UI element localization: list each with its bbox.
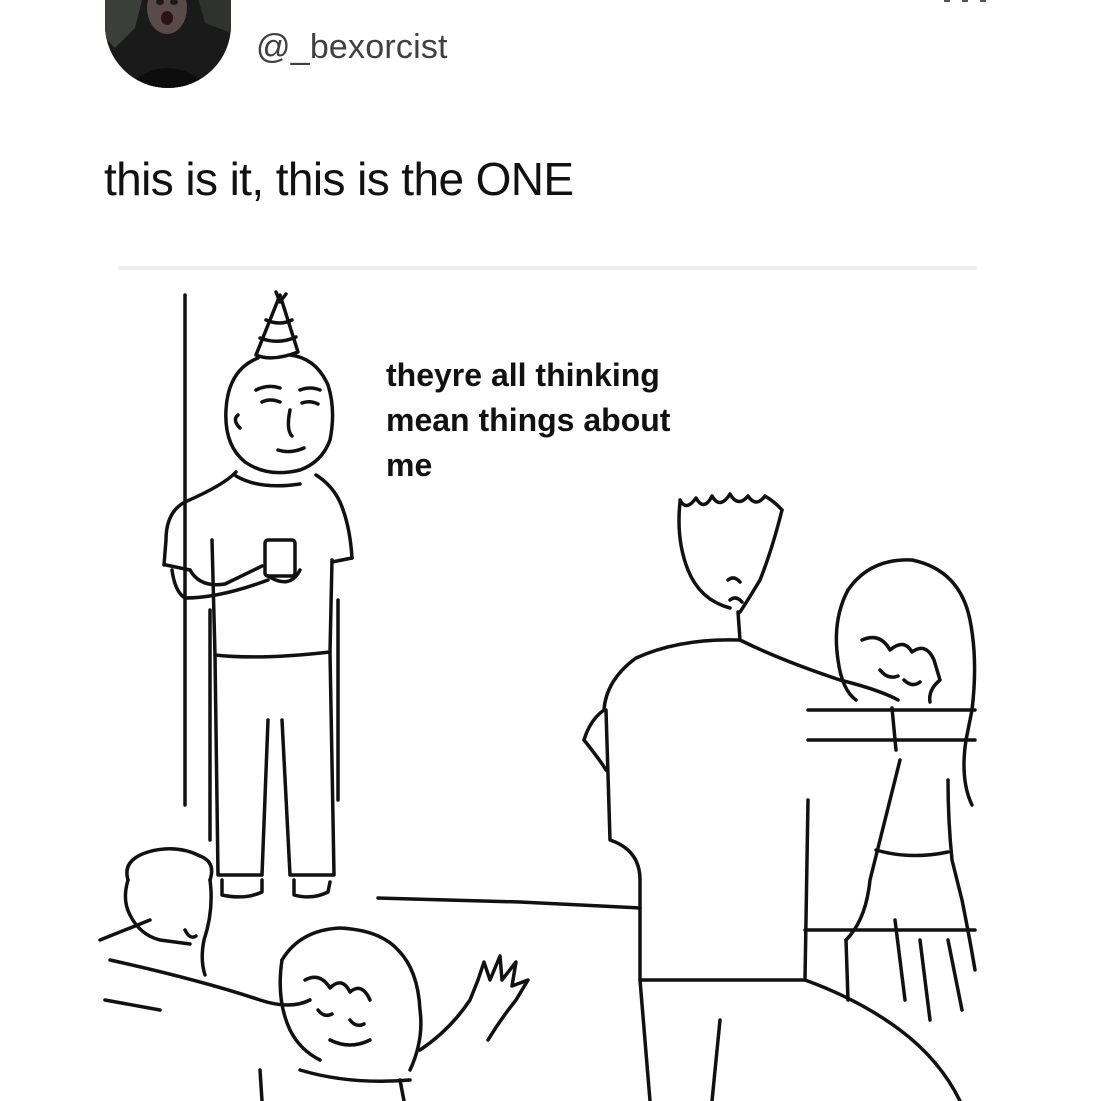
party-hat-figure bbox=[162, 290, 354, 899]
thought-caption: theyre all thinking mean things about me bbox=[386, 353, 746, 488]
avatar-photo bbox=[105, 0, 231, 88]
bottom-middle-girl-figure bbox=[258, 926, 530, 1101]
avatar[interactable] bbox=[105, 0, 231, 88]
meme-image: theyre all thinking mean things about me bbox=[0, 240, 1120, 1101]
thought-line: me bbox=[386, 447, 433, 483]
post-header: @_bexorcist bbox=[0, 0, 1120, 110]
username[interactable]: @_bexorcist bbox=[256, 28, 448, 67]
more-options-icon[interactable] bbox=[936, 0, 996, 14]
thought-line: theyre all thinking bbox=[386, 357, 660, 393]
spiky-hair-figure bbox=[582, 492, 977, 1101]
post-caption: this is it, this is the ONE bbox=[104, 153, 574, 205]
long-hair-girl-figure bbox=[834, 558, 977, 1022]
thought-line: mean things about bbox=[386, 402, 671, 438]
